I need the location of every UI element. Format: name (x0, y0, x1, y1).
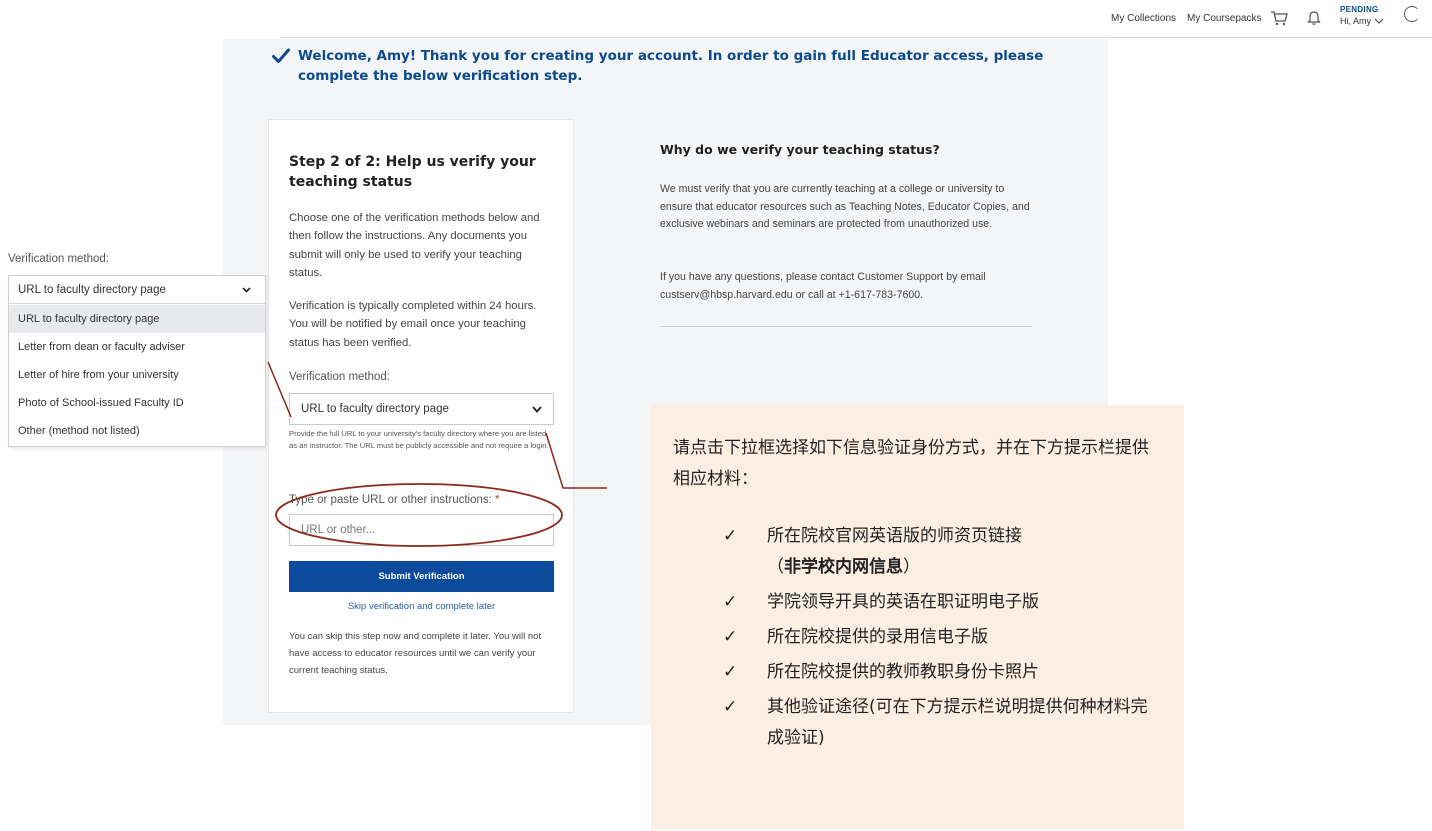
list-item-text: 所在院校提供的录用信电子版 (767, 627, 988, 647)
check-icon: ✓ (723, 627, 738, 647)
url-field-label: Type or paste URL or other instructions:… (289, 494, 500, 506)
verification-method-label: Verification method: (289, 371, 391, 383)
verification-method-help: Provide the full URL to your university'… (289, 429, 549, 450)
list-item: ✓ 所在院校提供的录用信电子版 (723, 622, 1163, 653)
check-icon: ✓ (723, 592, 738, 612)
list-item: ✓ 所在院校官网英语版的师资页链接 （非学校内网信息） (723, 521, 1163, 583)
url-input[interactable] (289, 514, 554, 546)
nav-my-collections-link[interactable]: My Collections (1111, 13, 1176, 24)
verification-method-select[interactable]: URL to faculty directory page (289, 393, 554, 425)
card-timing-text: Verification is typically completed with… (289, 300, 537, 349)
submit-verification-button[interactable]: Submit Verification (289, 561, 554, 592)
nav-divider (280, 37, 1432, 38)
info-paragraph-purpose: We must verify that you are currently te… (660, 183, 1030, 230)
dropdown-selected-field[interactable]: URL to faculty directory page (9, 276, 265, 304)
loading-spinner-icon (1404, 6, 1420, 22)
dropdown-selected-value: URL to faculty directory page (18, 284, 166, 296)
verification-method-dropdown[interactable]: URL to faculty directory page URL to fac… (8, 275, 266, 447)
instruction-intro: 请点击下拉框选择如下信息验证身份方式，并在下方提示栏提供相应材料： (673, 438, 1149, 489)
list-item: ✓ 其他验证途径(可在下方提示栏说明提供何种材料完成验证) (723, 692, 1163, 754)
top-navigation: My Collections My Coursepacks PENDING Hi… (0, 0, 1432, 38)
check-icon: ✓ (723, 697, 738, 717)
check-icon: ✓ (723, 526, 738, 546)
list-item-text: 所在院校官网英语版的师资页链接 (767, 526, 1022, 546)
check-icon: ✓ (723, 662, 738, 682)
chevron-down-icon (1374, 18, 1384, 24)
welcome-banner: Welcome, Amy! Thank you for creating you… (272, 46, 1052, 86)
chevron-down-icon (242, 287, 251, 293)
card-intro-text: Choose one of the verification methods b… (289, 212, 540, 280)
info-title: Why do we verify your teaching status? (660, 142, 940, 157)
verification-card: Step 2 of 2: Help us verify your teachin… (268, 119, 574, 713)
dropdown-option[interactable]: Letter of hire from your university (9, 361, 265, 389)
chevron-down-icon (532, 406, 542, 413)
info-divider (660, 326, 1032, 327)
list-item-text: 所在院校提供的教师教职身份卡照片 (767, 662, 1039, 682)
bell-icon[interactable] (1306, 10, 1322, 26)
instruction-list: ✓ 所在院校官网英语版的师资页链接 （非学校内网信息） ✓ 学院领导开具的英语在… (723, 521, 1163, 758)
list-item-emphasis: 非学校内网信息 (784, 557, 903, 577)
list-item: ✓ 学院领导开具的英语在职证明电子版 (723, 587, 1163, 618)
nav-my-coursepacks-link[interactable]: My Coursepacks (1187, 13, 1261, 24)
skip-note-text: You can skip this step now and complete … (289, 631, 542, 676)
user-greeting: Hi, Amy (1340, 16, 1372, 26)
dropdown-option[interactable]: Letter from dean or faculty adviser (9, 333, 265, 361)
url-field-label-text: Type or paste URL or other instructions: (289, 494, 496, 506)
required-marker: * (495, 494, 500, 506)
list-item-text: 其他验证途径(可在下方提示栏说明提供何种材料完成验证) (767, 697, 1148, 748)
skip-verification-link[interactable]: Skip verification and complete later (289, 601, 554, 612)
dropdown-callout-label: Verification method: (8, 253, 110, 265)
dropdown-option[interactable]: Other (method not listed) (9, 417, 265, 445)
checkmark-icon (272, 48, 290, 63)
dropdown-option[interactable]: URL to faculty directory page (9, 305, 265, 333)
card-title: Step 2 of 2: Help us verify your teachin… (289, 154, 536, 190)
dropdown-option[interactable]: Photo of School-issued Faculty ID (9, 389, 265, 417)
account-status-badge: PENDING (1340, 5, 1379, 14)
welcome-message: Welcome, Amy! Thank you for creating you… (298, 48, 1044, 84)
list-item-paren-open: （ (767, 557, 784, 577)
list-item-paren-close: ） (903, 557, 920, 577)
list-item: ✓ 所在院校提供的教师教职身份卡照片 (723, 657, 1163, 688)
user-menu[interactable]: Hi, Amy (1340, 16, 1384, 26)
info-paragraph-contact: If you have any questions, please contac… (660, 271, 986, 301)
instruction-note: 请点击下拉框选择如下信息验证身份方式，并在下方提示栏提供相应材料： ✓ 所在院校… (651, 405, 1184, 830)
verification-method-value: URL to faculty directory page (301, 403, 449, 415)
list-item-text: 学院领导开具的英语在职证明电子版 (767, 592, 1039, 612)
cart-icon[interactable] (1270, 10, 1288, 26)
